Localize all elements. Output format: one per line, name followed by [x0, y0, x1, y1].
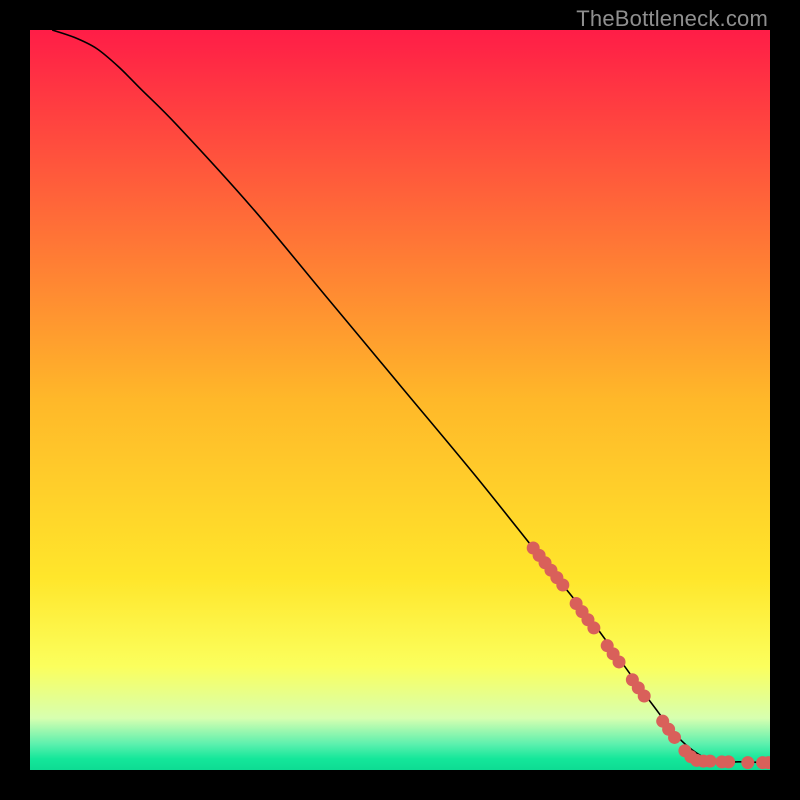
- scatter-point: [668, 731, 681, 744]
- scatter-point: [556, 579, 569, 592]
- chart-background: [30, 30, 770, 770]
- scatter-point: [587, 621, 600, 634]
- scatter-point: [722, 755, 735, 768]
- chart-svg: [30, 30, 770, 770]
- plot-area: [30, 30, 770, 770]
- chart-container: TheBottleneck.com: [0, 0, 800, 800]
- scatter-point: [704, 755, 717, 768]
- watermark-text: TheBottleneck.com: [576, 6, 768, 32]
- scatter-point: [613, 655, 626, 668]
- scatter-point: [741, 756, 754, 769]
- scatter-point: [638, 690, 651, 703]
